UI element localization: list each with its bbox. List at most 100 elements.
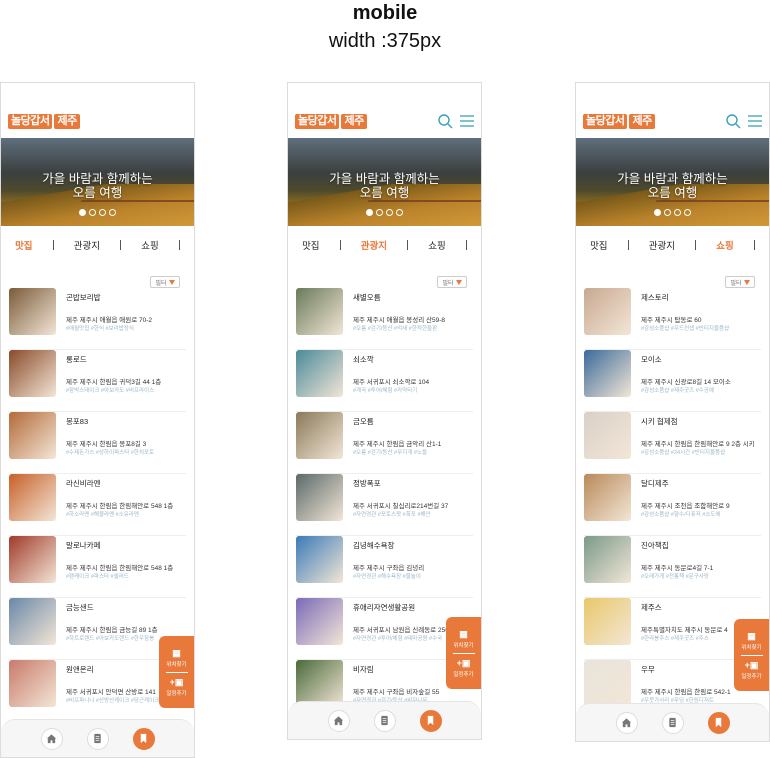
logo[interactable]: 놀당갑서 제주 (8, 114, 80, 129)
carousel-dot[interactable] (366, 209, 373, 216)
place-name[interactable]: 제스토리 (641, 292, 669, 303)
list-item[interactable]: 금오름 제주 제주시 한림읍 금악리 산1-1 #오름 #걷기/등산 #무지개 #노… (296, 412, 473, 474)
list-item[interactable]: 쇠소깍 제주 서귀포시 쇠소깍로 104 #계곡 #투어/체험 #카약타기 (296, 350, 473, 412)
hero-banner[interactable]: 가을 바람과 함께하는 오름 여행 (288, 138, 481, 226)
place-thumbnail[interactable] (296, 536, 343, 583)
place-thumbnail[interactable] (9, 412, 56, 459)
schedule-label[interactable]: 일정추가 (166, 689, 186, 697)
list-item[interactable]: 진아책집 제주 제주시 동문로4길 7-1 #오래가게 #전통책 #문구사랑 (584, 536, 761, 598)
carousel-dot[interactable] (664, 209, 671, 216)
document-icon[interactable] (86, 727, 109, 750)
tab-category[interactable]: 쇼핑 (141, 238, 158, 252)
list-item[interactable]: 제스토리 제주 제주시 탑동로 60 #감성소품샵 #우드컨셉 #빈티지물품샵 (584, 288, 761, 350)
list-item[interactable]: 라신비라멘 제주 제주시 한림읍 한림해안로 548 1층 #하소라멘 #해물라멘 … (9, 474, 186, 536)
calendar-plus-icon[interactable]: +▣ (170, 677, 184, 687)
map-icon[interactable]: ▦ (459, 629, 468, 639)
place-name[interactable]: 롱로드 (66, 354, 87, 365)
place-name[interactable]: 제주스 (641, 602, 662, 613)
bookmark-icon[interactable] (132, 727, 155, 750)
tab-category[interactable]: 관광지 (649, 238, 675, 252)
list-item[interactable]: 정방폭포 제주 서귀포시 칠십리로214번길 37 #자연경관 #포토스팟 #폭포 … (296, 474, 473, 536)
place-name[interactable]: 새별오름 (353, 292, 381, 303)
home-icon[interactable] (40, 727, 63, 750)
menu-icon[interactable] (459, 113, 475, 129)
place-name[interactable]: 진아책집 (641, 540, 669, 551)
place-thumbnail[interactable] (584, 536, 631, 583)
carousel-dot[interactable] (89, 209, 96, 216)
place-thumbnail[interactable] (584, 660, 631, 707)
list-item[interactable]: 곤밥보리밥 제주 제주시 애월읍 애원로 70-2 #애월맛집 #한식 #보리밥정식 (9, 288, 186, 350)
carousel-dot[interactable] (109, 209, 116, 216)
tab-category[interactable]: 관광지 (74, 238, 100, 252)
document-icon[interactable] (373, 709, 396, 732)
place-name[interactable]: 달디제주 (641, 478, 669, 489)
filter-button[interactable]: 필터 (725, 276, 755, 288)
place-thumbnail[interactable] (9, 598, 56, 645)
location-label[interactable]: 위치찾기 (741, 643, 761, 651)
place-name[interactable]: 몽포83 (66, 416, 88, 427)
place-thumbnail[interactable] (296, 474, 343, 521)
place-thumbnail[interactable] (584, 412, 631, 459)
place-thumbnail[interactable] (296, 350, 343, 397)
place-name[interactable]: 금오름 (353, 416, 374, 427)
tab-category[interactable]: 맛집 (590, 238, 607, 252)
place-name[interactable]: 우무 (641, 664, 655, 675)
list-item[interactable]: 새별오름 제주 제주시 애월읍 봉성리 산59-8 #오름 #걷기/등산 #억새 #… (296, 288, 473, 350)
carousel-dot[interactable] (79, 209, 86, 216)
filter-button[interactable]: 필터 (150, 276, 180, 288)
place-thumbnail[interactable] (296, 660, 343, 707)
logo[interactable]: 놀당갑서 제주 (583, 114, 655, 129)
tab-category[interactable]: 쇼핑 (428, 238, 445, 252)
place-thumbnail[interactable] (9, 474, 56, 521)
place-name[interactable]: 원앤온리 (66, 664, 94, 675)
place-name[interactable]: 정방폭포 (353, 478, 381, 489)
place-name[interactable]: 김녕해수욕장 (353, 540, 394, 551)
list-item[interactable]: 몽포83 제주 제주시 한림읍 몽포8길 3 #수제돈가스 #상하이파스타 #한치포… (9, 412, 186, 474)
hero-banner[interactable]: 가을 바람과 함께하는 오름 여행 (1, 138, 194, 226)
home-icon[interactable] (327, 709, 350, 732)
list-item[interactable]: 김녕해수욕장 제주 제주시 구좌읍 김녕리 #자연경관 #해수욕장 #물놀이 (296, 536, 473, 598)
place-thumbnail[interactable] (584, 598, 631, 645)
calendar-plus-icon[interactable]: +▣ (457, 658, 471, 668)
map-icon[interactable]: ▦ (172, 648, 181, 658)
place-thumbnail[interactable] (9, 536, 56, 583)
tab-category[interactable]: 쇼핑 (716, 238, 733, 252)
carousel-dot[interactable] (674, 209, 681, 216)
schedule-label[interactable]: 일정추가 (453, 670, 473, 678)
place-thumbnail[interactable] (584, 288, 631, 335)
place-thumbnail[interactable] (296, 288, 343, 335)
list-item[interactable]: 롱로드 제주 제주시 한림읍 귀덕3길 44 1층 #함박스테이크 #아보카도 #비… (9, 350, 186, 412)
map-icon[interactable]: ▦ (747, 631, 756, 641)
bookmark-icon[interactable] (707, 711, 730, 734)
menu-icon[interactable] (747, 113, 763, 129)
tab-category[interactable]: 맛집 (302, 238, 319, 252)
search-icon[interactable] (437, 113, 453, 129)
place-name[interactable]: 금능샌드 (66, 602, 94, 613)
hero-banner[interactable]: 가을 바람과 함께하는 오름 여행 (576, 138, 769, 226)
calendar-plus-icon[interactable]: +▣ (745, 660, 759, 670)
carousel-dot[interactable] (396, 209, 403, 216)
place-thumbnail[interactable] (296, 598, 343, 645)
bookmark-icon[interactable] (419, 709, 442, 732)
place-thumbnail[interactable] (9, 288, 56, 335)
list-item[interactable]: 모이소 제주 제주시 신광로8길 14 모이소 #감성소품샵 #제주굿즈 #수공예 (584, 350, 761, 412)
home-icon[interactable] (615, 711, 638, 734)
place-thumbnail[interactable] (584, 350, 631, 397)
place-name[interactable]: 쇠소깍 (353, 354, 374, 365)
document-icon[interactable] (661, 711, 684, 734)
place-name[interactable]: 말로나카페 (66, 540, 101, 551)
carousel-dot[interactable] (684, 209, 691, 216)
place-thumbnail[interactable] (9, 350, 56, 397)
place-name[interactable]: 모이소 (641, 354, 662, 365)
carousel-dot[interactable] (99, 209, 106, 216)
tab-category[interactable]: 맛집 (15, 238, 32, 252)
place-thumbnail[interactable] (584, 474, 631, 521)
list-item[interactable]: 말로나카페 제주 제주시 한림읍 한림해안로 548 1층 #팬케이크 #파스타 #… (9, 536, 186, 598)
list-item[interactable]: 달디제주 제주 제주시 조천읍 조함해안로 9 #감성소품샵 #향수/디퓨저 #소도… (584, 474, 761, 536)
filter-button[interactable]: 필터 (437, 276, 467, 288)
tab-category[interactable]: 관광지 (361, 238, 387, 252)
place-name[interactable]: 시키 협제점 (641, 416, 678, 427)
place-thumbnail[interactable] (296, 412, 343, 459)
place-name[interactable]: 비자림 (353, 664, 374, 675)
location-label[interactable]: 위치찾기 (453, 641, 473, 649)
